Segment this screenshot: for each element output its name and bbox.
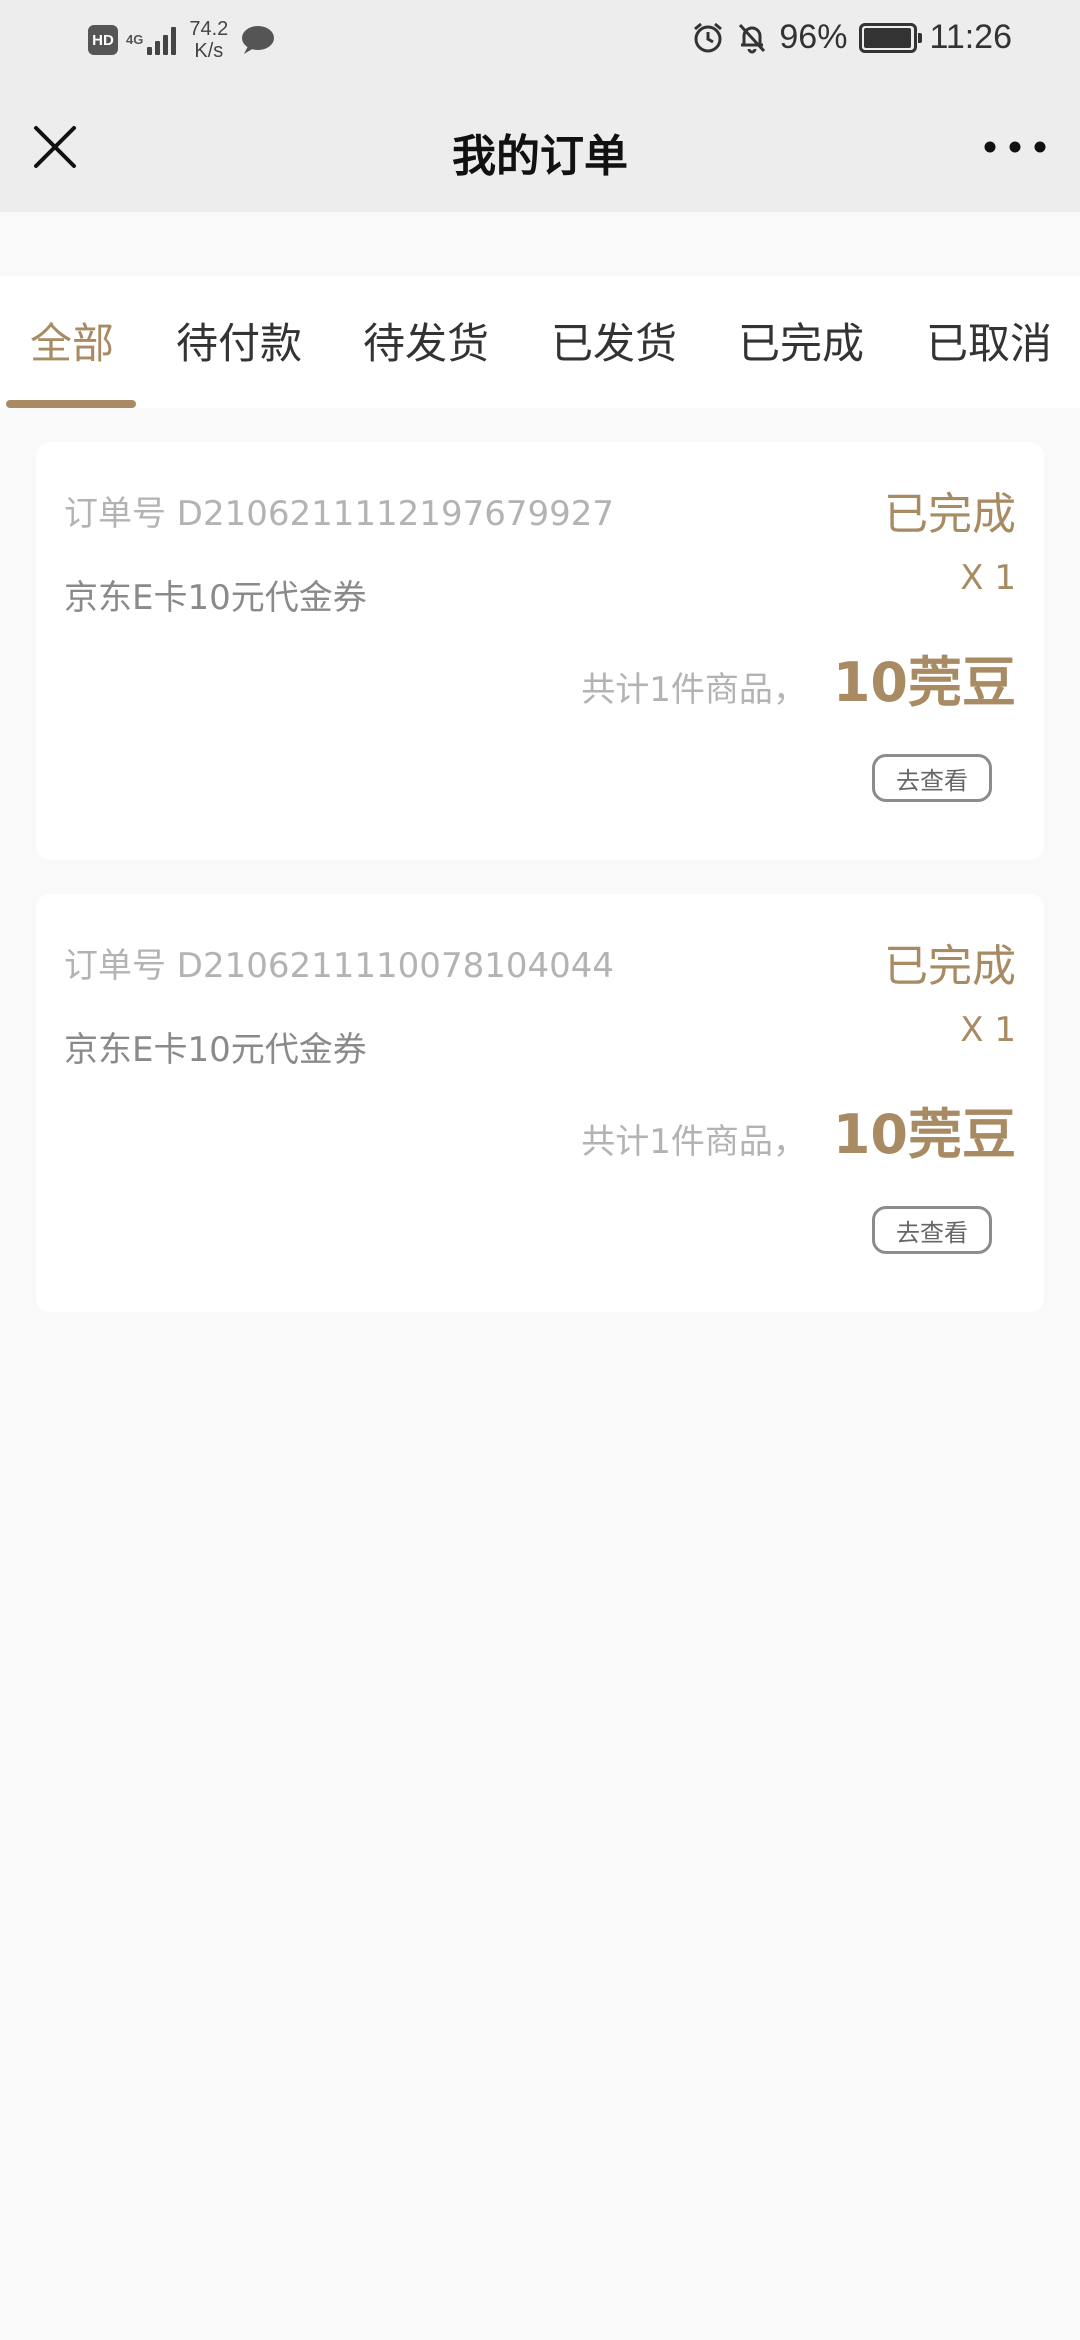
battery-percent: 96% xyxy=(779,18,848,56)
network-speed: 74.2 K/s xyxy=(189,18,228,62)
total-amount: 10莞豆 xyxy=(832,651,1016,714)
tab-pending-shipment[interactable]: 待发货 xyxy=(363,310,489,371)
product-quantity: X 1 xyxy=(960,558,1016,598)
mute-bell-icon xyxy=(739,23,766,53)
order-status: 已完成 xyxy=(884,941,1016,992)
signal-icon xyxy=(147,25,179,55)
hd-badge: HD xyxy=(88,25,118,55)
tab-cancelled[interactable]: 已取消 xyxy=(926,310,1052,371)
order-tabs: 全部 待付款 待发货 已发货 已完成 已取消 xyxy=(0,276,1080,408)
tab-all[interactable]: 全部 xyxy=(30,310,114,371)
alarm-icon xyxy=(694,22,723,52)
product-quantity: X 1 xyxy=(960,1010,1016,1050)
tab-shipped[interactable]: 已发货 xyxy=(551,310,677,371)
product-name: 京东E卡10元代金券 xyxy=(64,578,367,618)
clock: 11:26 xyxy=(929,18,1012,56)
order-total: 共计1件商品， 10莞豆 xyxy=(581,638,1016,717)
total-label: 共计1件商品， xyxy=(581,1122,807,1162)
order-card[interactable]: 订单号 D2106211110078104044 已完成 京东E卡10元代金券 … xyxy=(36,894,1044,1312)
tab-completed[interactable]: 已完成 xyxy=(738,310,864,371)
total-amount: 10莞豆 xyxy=(832,1103,1016,1166)
tab-pending-payment[interactable]: 待付款 xyxy=(176,310,302,371)
active-tab-indicator xyxy=(6,400,136,408)
order-number: 订单号 D2106211110078104044 xyxy=(64,946,614,986)
status-bar: HD 4G 74.2 K/s 96% 11:26 xyxy=(0,0,1080,82)
total-label: 共计1件商品， xyxy=(581,670,807,710)
chat-bubble-icon xyxy=(242,26,275,54)
view-order-button[interactable]: 去查看 xyxy=(872,1206,992,1254)
order-status: 已完成 xyxy=(884,489,1016,540)
speed-value: 74.2 xyxy=(189,18,229,40)
product-name: 京东E卡10元代金券 xyxy=(64,1030,367,1070)
more-horizontal-icon[interactable] xyxy=(980,122,1050,172)
speed-unit: K/s xyxy=(194,40,224,62)
order-number: 订单号 D2106211112197679927 xyxy=(64,494,614,534)
nav-bar: 我的订单 xyxy=(0,82,1080,212)
order-card[interactable]: 订单号 D2106211112197679927 已完成 京东E卡10元代金券 … xyxy=(36,442,1044,860)
battery-icon xyxy=(859,22,923,53)
status-left: HD 4G 74.2 K/s xyxy=(88,18,276,62)
page-title: 我的订单 xyxy=(452,131,628,182)
status-right: 96% 11:26 xyxy=(691,18,1012,57)
order-total: 共计1件商品， 10莞豆 xyxy=(581,1090,1016,1169)
network-type: 4G xyxy=(126,32,144,47)
view-order-button[interactable]: 去查看 xyxy=(872,754,992,802)
